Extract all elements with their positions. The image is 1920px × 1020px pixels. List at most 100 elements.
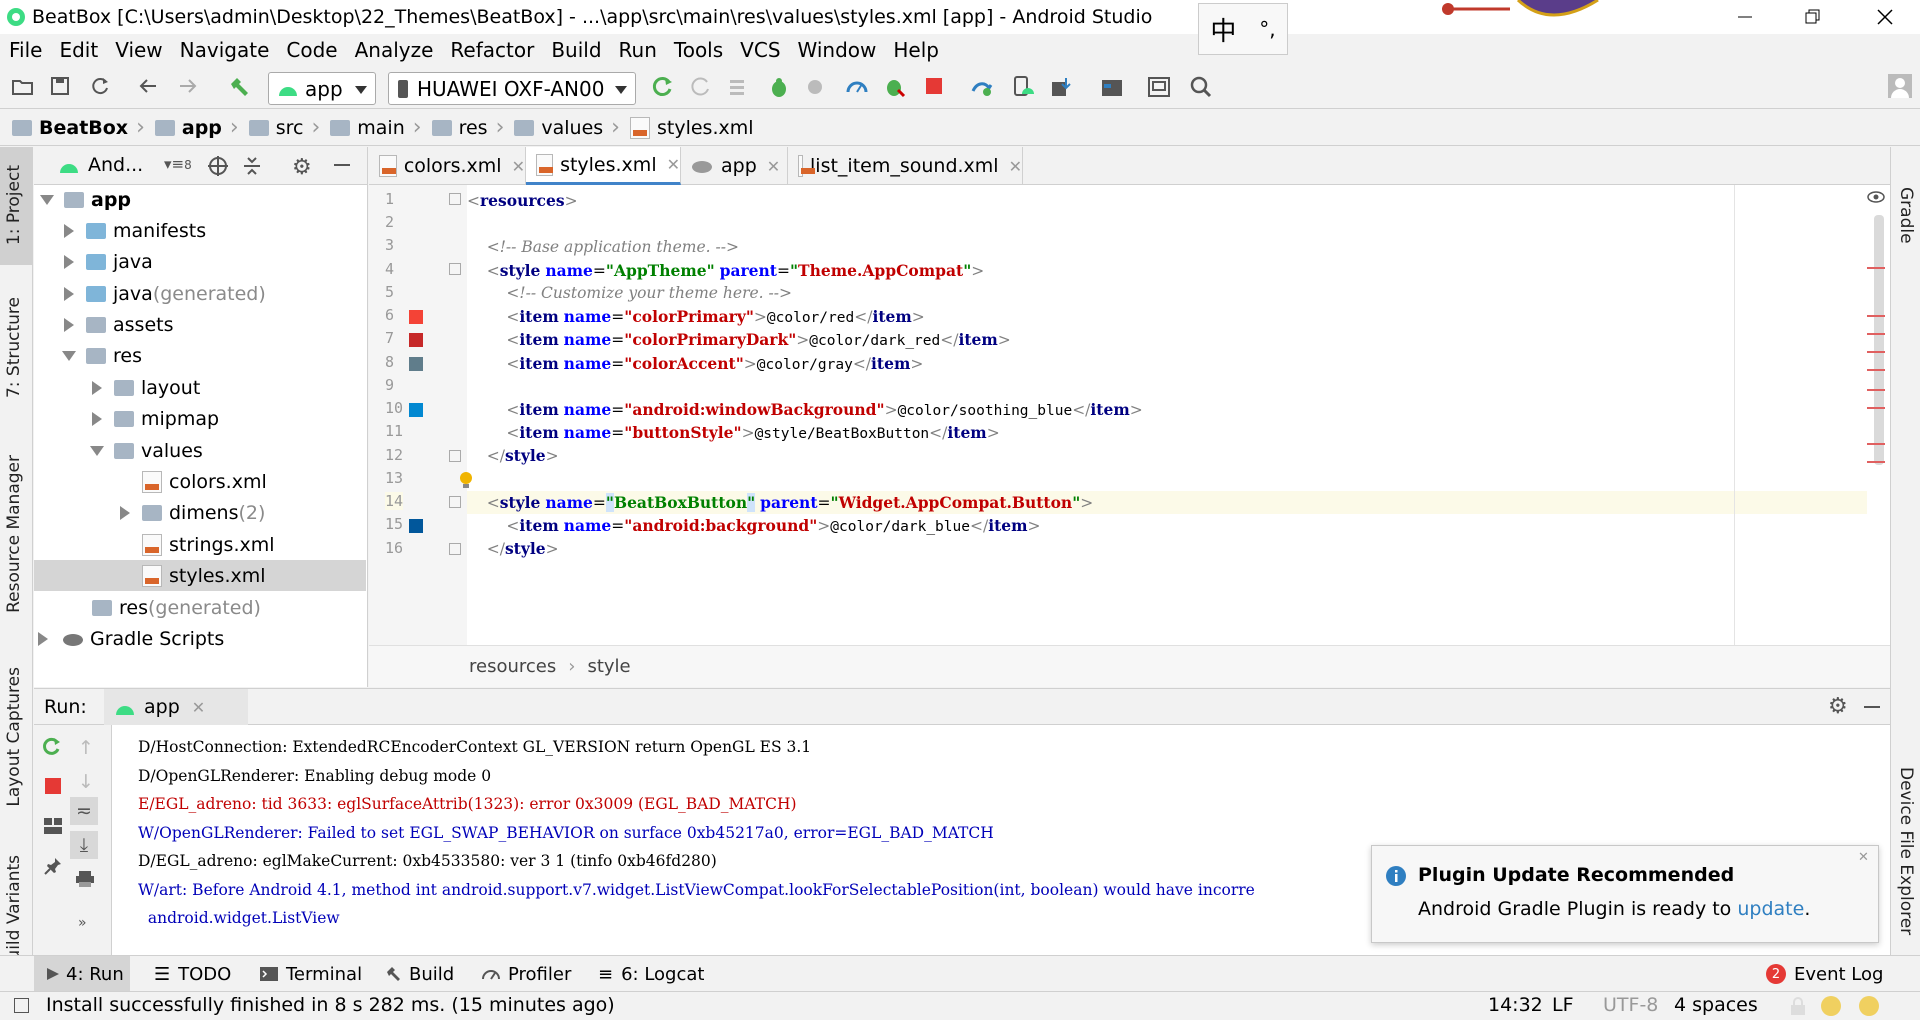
menu-code[interactable]: Code — [286, 38, 337, 62]
close-icon[interactable]: ✕ — [512, 157, 525, 176]
console-output[interactable]: D/HostConnection: ExtendedRCEncoderConte… — [138, 733, 1438, 933]
menu-window[interactable]: Window — [798, 38, 877, 62]
tool-tab-profiler[interactable]: Profiler — [482, 956, 571, 992]
collapse-icon[interactable] — [242, 156, 262, 176]
menu-run[interactable]: Run — [619, 38, 657, 62]
fold-icon[interactable] — [449, 543, 461, 555]
restore-layout-icon[interactable] — [43, 817, 63, 835]
menu-file[interactable]: File — [9, 38, 42, 62]
breadcrumb-item-values[interactable]: values › — [514, 115, 626, 140]
tool-tab-logcat[interactable]: ≡ 6: Logcat — [598, 956, 704, 992]
editor-breadcrumb-item[interactable]: style — [587, 656, 630, 677]
locate-target-icon[interactable] — [208, 156, 228, 176]
memory-indicator-icon[interactable] — [1858, 995, 1880, 1017]
color-swatch-dark-blue[interactable] — [409, 519, 423, 533]
line-separator[interactable]: LF — [1552, 994, 1574, 1016]
forward-icon[interactable] — [178, 76, 198, 96]
project-view-select[interactable]: And... — [88, 154, 143, 176]
close-icon[interactable]: ✕ — [1009, 157, 1022, 176]
plugin-update-notification[interactable]: Plugin Update Recommended Android Gradle… — [1371, 845, 1879, 943]
tree-item-dimens[interactable]: dimens (2) — [34, 497, 366, 528]
fold-icon[interactable] — [449, 496, 461, 508]
menu-build[interactable]: Build — [551, 38, 601, 62]
menu-vcs[interactable]: VCS — [740, 38, 780, 62]
back-icon[interactable] — [138, 76, 158, 96]
restore-button[interactable] — [1784, 0, 1842, 34]
open-folder-icon[interactable] — [12, 76, 34, 96]
pin-icon[interactable] — [44, 857, 62, 875]
tree-item-colors-xml[interactable]: colors.xml — [34, 466, 366, 497]
tree-item-java[interactable]: java — [34, 246, 366, 277]
tool-tab-resource-manager[interactable]: Resource Manager — [4, 455, 24, 613]
stop-icon[interactable] — [924, 76, 944, 96]
collapse-all-icon[interactable]: ▾≡8 — [164, 155, 192, 173]
scroll-to-end-icon[interactable]: ⤓ — [70, 831, 98, 859]
close-icon[interactable]: ✕ — [1858, 850, 1869, 865]
color-swatch-soothing-blue[interactable] — [409, 403, 423, 417]
event-log-button[interactable]: 2 Event Log — [1766, 956, 1883, 992]
editor-breadcrumb-item[interactable]: resources — [469, 656, 556, 677]
tree-item-assets[interactable]: assets — [34, 309, 366, 340]
tree-item-gradle-scripts[interactable]: Gradle Scripts — [34, 623, 366, 654]
tab-app[interactable]: app ✕ — [681, 147, 788, 185]
fold-icon[interactable] — [449, 263, 461, 275]
sdk-manager-icon[interactable] — [1050, 76, 1072, 98]
debug-bug-icon[interactable] — [768, 76, 790, 98]
breadcrumb-item-src[interactable]: src › — [248, 115, 327, 140]
layout-inspector-icon[interactable] — [1148, 76, 1170, 98]
update-link[interactable]: update — [1737, 898, 1804, 920]
hide-panel-icon[interactable] — [1864, 706, 1880, 708]
arrow-down-icon[interactable]: ↓ — [78, 771, 94, 793]
toggle-tool-windows-icon[interactable] — [14, 998, 29, 1013]
breadcrumb-item-main[interactable]: main › — [330, 115, 427, 140]
close-icon[interactable]: ✕ — [192, 698, 205, 717]
attach-debugger-icon[interactable] — [884, 76, 906, 98]
file-encoding[interactable]: UTF-8 — [1603, 994, 1658, 1016]
gradle-sync-icon[interactable] — [970, 76, 994, 98]
tree-item-strings-xml[interactable]: strings.xml — [34, 529, 366, 560]
menu-tools[interactable]: Tools — [674, 38, 723, 62]
preview-eye-icon[interactable] — [1867, 191, 1885, 203]
ime-toolbar[interactable]: 中 °, — [1198, 3, 1288, 55]
tool-tab-layout-captures[interactable]: Layout Captures — [4, 667, 24, 807]
tab-list-item-sound-xml[interactable]: list_item_sound.xml ✕ — [788, 147, 1023, 185]
tool-tab-project[interactable]: 1: Project — [4, 165, 24, 245]
menu-navigate[interactable]: Navigate — [180, 38, 270, 62]
print-icon[interactable] — [76, 871, 94, 887]
run-configuration-select[interactable]: app — [268, 72, 376, 105]
breadcrumb-item-styles-xml[interactable]: styles.xml — [629, 116, 754, 139]
ime-punctuation-button[interactable]: °, — [1259, 17, 1275, 41]
apply-code-changes-icon[interactable] — [728, 76, 750, 98]
code-area[interactable]: <resources> <!-- Base application theme.… — [467, 185, 1867, 645]
tool-tab-run[interactable]: 4: Run — [34, 956, 130, 992]
close-icon[interactable]: ✕ — [767, 157, 780, 176]
tool-tab-terminal[interactable]: Terminal — [260, 956, 362, 992]
tree-item-res-generated[interactable]: res (generated) — [34, 592, 366, 623]
tab-colors-xml[interactable]: colors.xml ✕ — [369, 147, 526, 185]
tree-item-res[interactable]: res — [34, 340, 366, 371]
indent-setting[interactable]: 4 spaces — [1674, 994, 1758, 1016]
avd-manager-icon[interactable] — [1012, 76, 1034, 98]
menu-refactor[interactable]: Refactor — [450, 38, 534, 62]
run-tab-app[interactable]: app ✕ — [104, 689, 248, 725]
tree-item-mipmap[interactable]: mipmap — [34, 403, 366, 434]
gear-icon[interactable]: ⚙ — [292, 155, 312, 180]
profile-icon[interactable] — [806, 76, 828, 98]
lock-icon[interactable] — [1790, 997, 1806, 1015]
minimize-button[interactable] — [1716, 0, 1774, 34]
tree-item-values[interactable]: values — [34, 435, 366, 466]
breadcrumb-item-res[interactable]: res › — [431, 115, 511, 140]
tree-item-java-generated[interactable]: java (generated) — [34, 278, 366, 309]
tab-styles-xml[interactable]: styles.xml ✕ — [526, 147, 681, 185]
tree-item-styles-xml[interactable]: styles.xml — [34, 560, 366, 591]
close-window-button[interactable] — [1856, 0, 1914, 34]
soft-wrap-icon[interactable]: ≂ — [70, 797, 98, 825]
device-select[interactable]: HUAWEI OXF-AN00 — [388, 72, 636, 105]
breadcrumb-item-beatbox[interactable]: BeatBox › — [12, 115, 151, 140]
tool-tab-structure[interactable]: 7: Structure — [4, 297, 24, 398]
gear-icon[interactable]: ⚙ — [1828, 694, 1848, 719]
stop-icon[interactable] — [44, 777, 62, 795]
color-swatch-gray[interactable] — [409, 357, 423, 371]
ime-language-button[interactable]: 中 — [1210, 11, 1236, 48]
project-structure-icon[interactable] — [1100, 76, 1124, 98]
